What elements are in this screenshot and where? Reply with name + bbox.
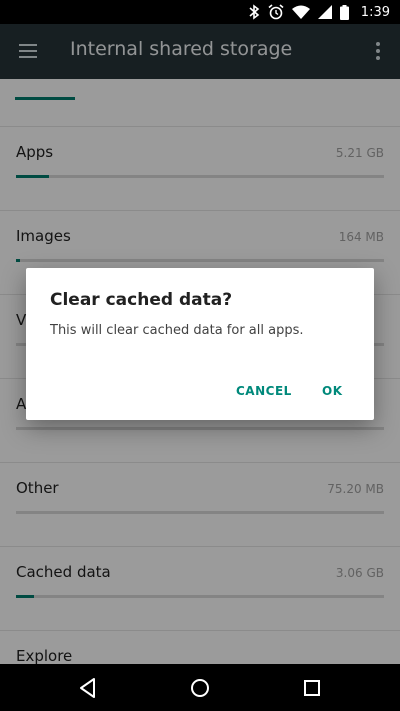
back-icon[interactable] — [75, 675, 101, 701]
home-icon[interactable] — [187, 675, 213, 701]
cancel-button[interactable]: CANCEL — [236, 384, 292, 398]
status-icons: 1:39 — [248, 0, 390, 24]
ok-button[interactable]: OK — [322, 384, 343, 398]
clear-cache-dialog: Clear cached data? This will clear cache… — [26, 268, 374, 420]
recents-icon[interactable] — [299, 675, 325, 701]
battery-icon — [339, 4, 349, 20]
alarm-icon — [268, 4, 284, 20]
wifi-icon — [291, 5, 310, 19]
status-time: 1:39 — [360, 4, 390, 20]
dialog-message: This will clear cached data for all apps… — [50, 323, 304, 338]
bluetooth-icon — [249, 4, 260, 20]
dialog-title: Clear cached data? — [50, 290, 233, 310]
navigation-bar — [0, 664, 400, 711]
signal-icon — [317, 5, 332, 19]
status-bar: 1:39 — [0, 0, 400, 24]
